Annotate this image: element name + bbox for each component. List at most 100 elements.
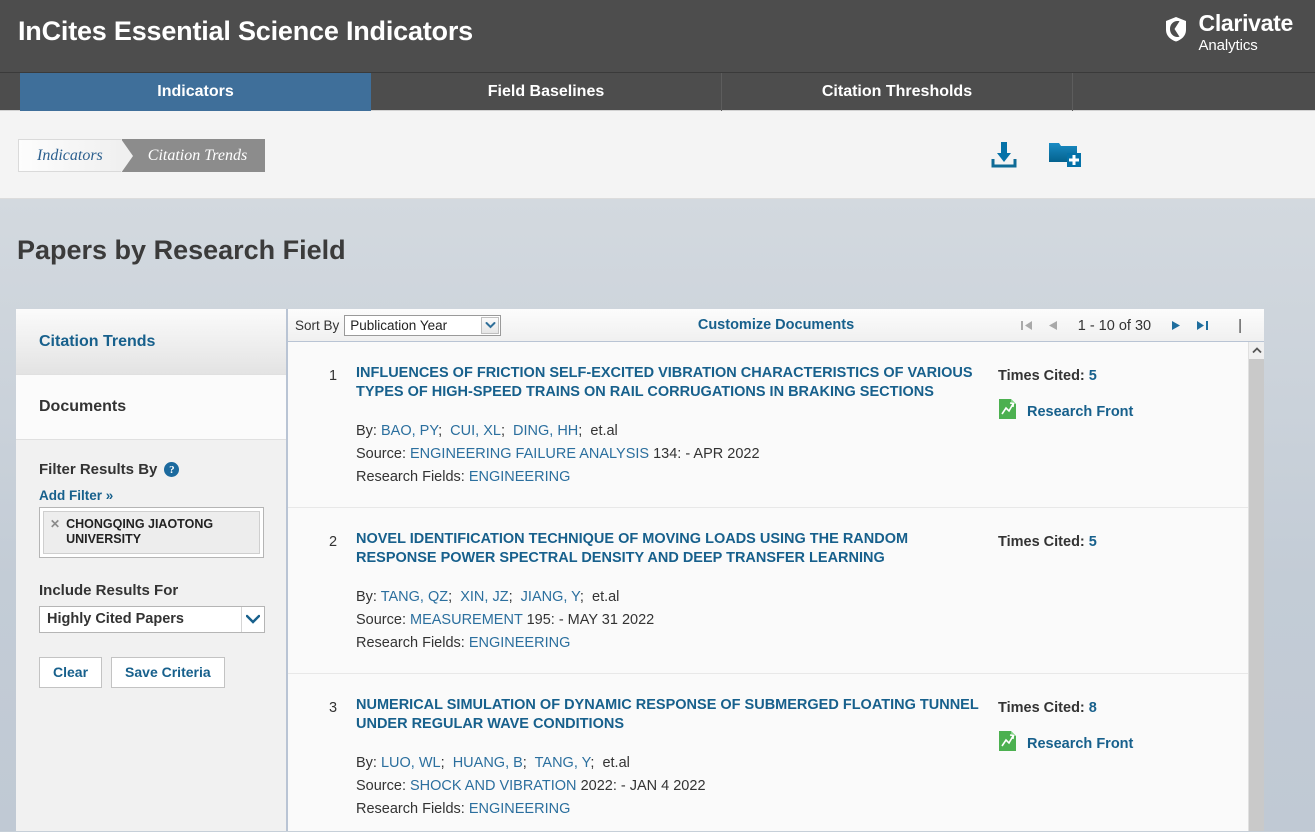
include-results-label: Include Results For: [39, 582, 263, 599]
author-link[interactable]: XIN, JZ: [460, 589, 508, 605]
research-field-link[interactable]: ENGINEERING: [469, 801, 571, 817]
prev-page-icon[interactable]: [1040, 319, 1066, 332]
sort-by-select[interactable]: Publication Year: [344, 315, 501, 336]
author-link[interactable]: DING, HH: [513, 423, 578, 439]
research-fields-label: Research Fields:: [356, 801, 465, 817]
times-cited-value[interactable]: 8: [1089, 700, 1097, 716]
scroll-up-icon[interactable]: [1249, 342, 1264, 359]
author-link[interactable]: CUI, XL: [450, 423, 501, 439]
document-research-fields: Research Fields: ENGINEERING: [356, 467, 988, 487]
brand-subtitle: Analytics: [1199, 38, 1293, 53]
folder-add-icon[interactable]: [1047, 138, 1083, 170]
help-icon[interactable]: ?: [164, 462, 179, 477]
tab-citation-thresholds-label: Citation Thresholds: [822, 83, 972, 101]
author-link[interactable]: TANG, QZ: [381, 589, 448, 605]
research-front-label: Research Front: [1027, 404, 1133, 420]
sidebar-item-documents[interactable]: Documents: [16, 375, 286, 440]
source-journal-link[interactable]: SHOCK AND VIBRATION: [410, 778, 577, 794]
chevron-down-icon[interactable]: [241, 607, 264, 632]
document-list[interactable]: 1 INFLUENCES OF FRICTION SELF-EXCITED VI…: [288, 342, 1248, 831]
research-front-link[interactable]: Research Front: [998, 398, 1248, 425]
document-number: 2: [329, 534, 337, 550]
document-research-fields: Research Fields: ENGINEERING: [356, 633, 988, 653]
results-scrollbar[interactable]: [1248, 342, 1264, 831]
pagination: 1 - 10 of 30 |: [1013, 309, 1264, 342]
add-filter-link[interactable]: Add Filter »: [39, 488, 263, 503]
tab-indicators-label: Indicators: [157, 83, 233, 101]
document-title[interactable]: INFLUENCES OF FRICTION SELF-EXCITED VIBR…: [356, 364, 988, 403]
tab-field-baselines-label: Field Baselines: [488, 83, 605, 101]
app-header: InCites Essential Science Indicators Cla…: [0, 0, 1315, 73]
times-cited-value[interactable]: 5: [1089, 368, 1097, 384]
filter-chip[interactable]: ✕ CHONGQING JIAOTONG UNIVERSITY: [43, 511, 260, 554]
content-panel: Citation Trends Documents Filter Results…: [16, 309, 1264, 831]
sidebar-item-documents-label: Documents: [39, 398, 126, 416]
source-detail: 195: - MAY 31 2022: [527, 612, 655, 628]
brand-name: Clarivate: [1199, 12, 1293, 35]
breadcrumb-item-indicators-label: Indicators: [37, 147, 103, 165]
include-results-value: Highly Cited Papers: [40, 611, 184, 627]
document-row: 2 NOVEL IDENTIFICATION TECHNIQUE OF MOVI…: [288, 508, 1248, 674]
author-link[interactable]: HUANG, B: [453, 755, 523, 771]
research-front-label: Research Front: [1027, 736, 1133, 752]
author-link[interactable]: JIANG, Y: [521, 589, 580, 605]
document-metrics: Times Cited: 8: [998, 700, 1248, 757]
source-label: Source:: [356, 778, 406, 794]
breadcrumb: Indicators Citation Trends: [18, 139, 265, 172]
next-page-icon[interactable]: [1163, 319, 1189, 332]
remove-filter-icon[interactable]: ✕: [50, 517, 60, 547]
results-toolbar: Sort By Publication Year Customize Docum…: [288, 309, 1264, 342]
research-front-link[interactable]: Research Front: [998, 730, 1248, 757]
research-field-link[interactable]: ENGINEERING: [469, 469, 571, 485]
save-criteria-button[interactable]: Save Criteria: [111, 657, 225, 688]
times-cited: Times Cited: 8: [998, 700, 1248, 716]
last-page-icon[interactable]: [1189, 319, 1216, 332]
filter-buttons: Clear Save Criteria: [39, 657, 263, 688]
breadcrumb-actions: [987, 137, 1083, 171]
document-title[interactable]: NOVEL IDENTIFICATION TECHNIQUE OF MOVING…: [356, 530, 988, 569]
source-detail: 134: - APR 2022: [653, 446, 759, 462]
tab-citation-thresholds[interactable]: Citation Thresholds: [722, 73, 1073, 111]
author-link[interactable]: LUO, WL: [381, 755, 441, 771]
include-results-select[interactable]: Highly Cited Papers: [39, 606, 265, 633]
research-field-link[interactable]: ENGINEERING: [469, 635, 571, 651]
filter-chip-list: ✕ CHONGQING JIAOTONG UNIVERSITY: [39, 507, 264, 558]
document-metrics: Times Cited: 5: [998, 534, 1248, 550]
source-detail: 2022: - JAN 4 2022: [581, 778, 706, 794]
clarivate-mark-icon: [1162, 15, 1190, 48]
author-link[interactable]: TANG, Y: [535, 755, 591, 771]
document-row: 1 INFLUENCES OF FRICTION SELF-EXCITED VI…: [288, 342, 1248, 508]
document-title[interactable]: NUMERICAL SIMULATION OF DYNAMIC RESPONSE…: [356, 696, 988, 735]
page-body: Papers by Research Field Citation Trends…: [0, 199, 1315, 831]
source-label: Source:: [356, 612, 406, 628]
source-journal-link[interactable]: MEASUREMENT: [410, 612, 523, 628]
by-label: By:: [356, 589, 377, 605]
first-page-icon[interactable]: [1013, 319, 1040, 332]
document-row: 3 NUMERICAL SIMULATION OF DYNAMIC RESPON…: [288, 674, 1248, 831]
customize-documents-link[interactable]: Customize Documents: [698, 317, 854, 333]
app-title: InCites Essential Science Indicators: [18, 16, 473, 47]
times-cited-label: Times Cited:: [998, 700, 1085, 716]
source-label: Source:: [356, 446, 406, 462]
document-metrics: Times Cited: 5: [998, 368, 1248, 425]
download-icon[interactable]: [987, 137, 1021, 171]
source-journal-link[interactable]: ENGINEERING FAILURE ANALYSIS: [410, 446, 649, 462]
main-tab-bar: Indicators Field Baselines Citation Thre…: [0, 73, 1315, 111]
document-source: Source: SHOCK AND VIBRATION 2022: - JAN …: [356, 776, 988, 796]
tab-indicators[interactable]: Indicators: [20, 73, 371, 111]
breadcrumb-item-indicators[interactable]: Indicators: [18, 139, 122, 172]
document-authors: By: LUO, WL; HUANG, B; TANG, Y; et.al: [356, 753, 988, 773]
results-area: Sort By Publication Year Customize Docum…: [287, 309, 1264, 831]
clear-button[interactable]: Clear: [39, 657, 102, 688]
sidebar-item-citation-trends[interactable]: Citation Trends: [16, 309, 286, 375]
filter-chip-label: CHONGQING JIAOTONG UNIVERSITY: [66, 517, 253, 547]
breadcrumb-item-citation-trends[interactable]: Citation Trends: [122, 139, 265, 172]
chevron-down-icon[interactable]: [481, 317, 499, 334]
scrollbar-thumb[interactable]: [1249, 359, 1264, 831]
sidebar-item-citation-trends-label: Citation Trends: [39, 333, 155, 351]
author-link[interactable]: BAO, PY: [381, 423, 438, 439]
times-cited: Times Cited: 5: [998, 368, 1248, 384]
times-cited-label: Times Cited:: [998, 534, 1085, 550]
tab-field-baselines[interactable]: Field Baselines: [371, 73, 722, 111]
times-cited-value[interactable]: 5: [1089, 534, 1097, 550]
